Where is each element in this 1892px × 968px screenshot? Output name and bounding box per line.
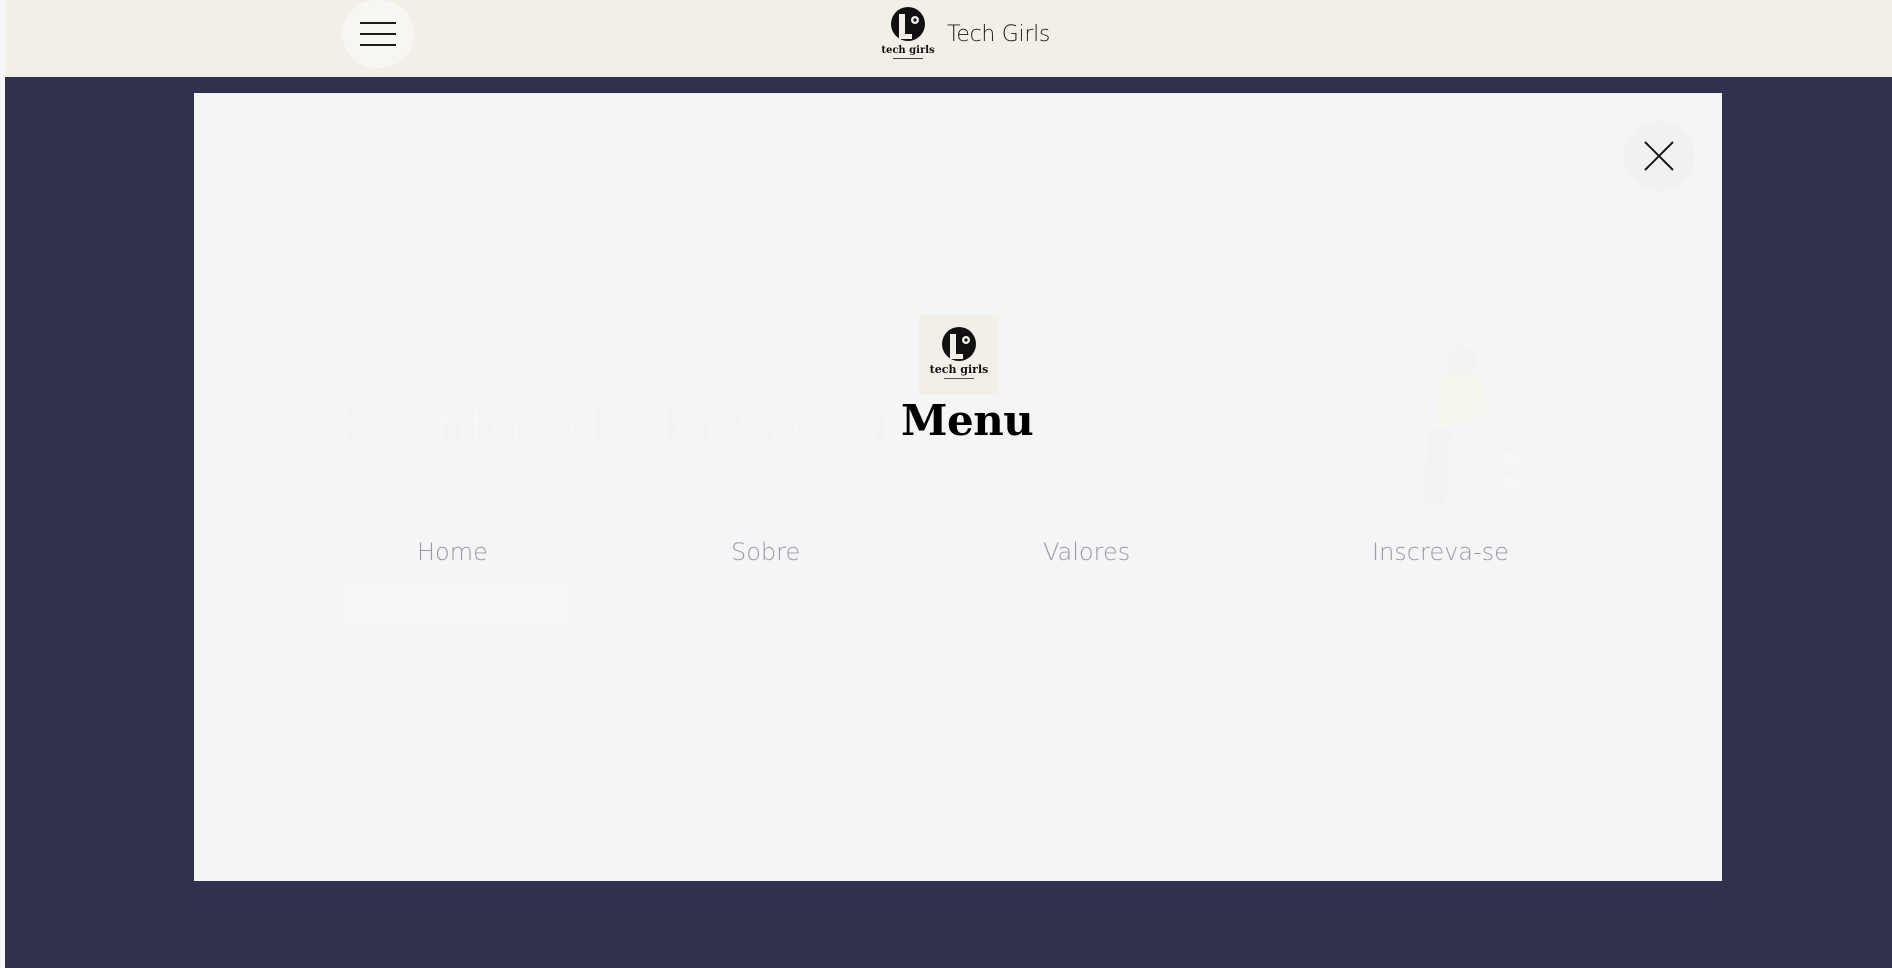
tech-girls-logo-icon: tech girls (930, 327, 989, 379)
close-icon (1644, 141, 1674, 171)
menu-item-sobre[interactable]: Sobre (731, 538, 800, 566)
mark-presence-button[interactable]: Marque sua presença (337, 580, 568, 628)
menu-item-inscreva-se[interactable]: Inscreva-se (1372, 538, 1509, 566)
jumping-woman-illustration (1417, 300, 1520, 507)
menu-title: Menu (901, 396, 1034, 445)
menu-toggle-button[interactable] (342, 0, 414, 68)
close-menu-button[interactable] (1623, 121, 1695, 191)
top-header: tech girls Tech Girls (5, 0, 1892, 77)
brand-name[interactable]: Tech Girls (947, 22, 1050, 47)
menu-logo: tech girls (919, 315, 999, 395)
menu-item-valores[interactable]: Valores (1043, 538, 1130, 566)
logo-text: tech girls (881, 45, 935, 56)
hero-title: Eventos de Tecnologias (337, 395, 955, 458)
menu-logo-text: tech girls (930, 363, 989, 376)
tech-girls-logo[interactable]: tech girls (875, 4, 941, 64)
menu-item-home[interactable]: Home (417, 538, 488, 566)
menu-navigation: Home Sobre Valores Inscreva-se (0, 538, 1892, 574)
